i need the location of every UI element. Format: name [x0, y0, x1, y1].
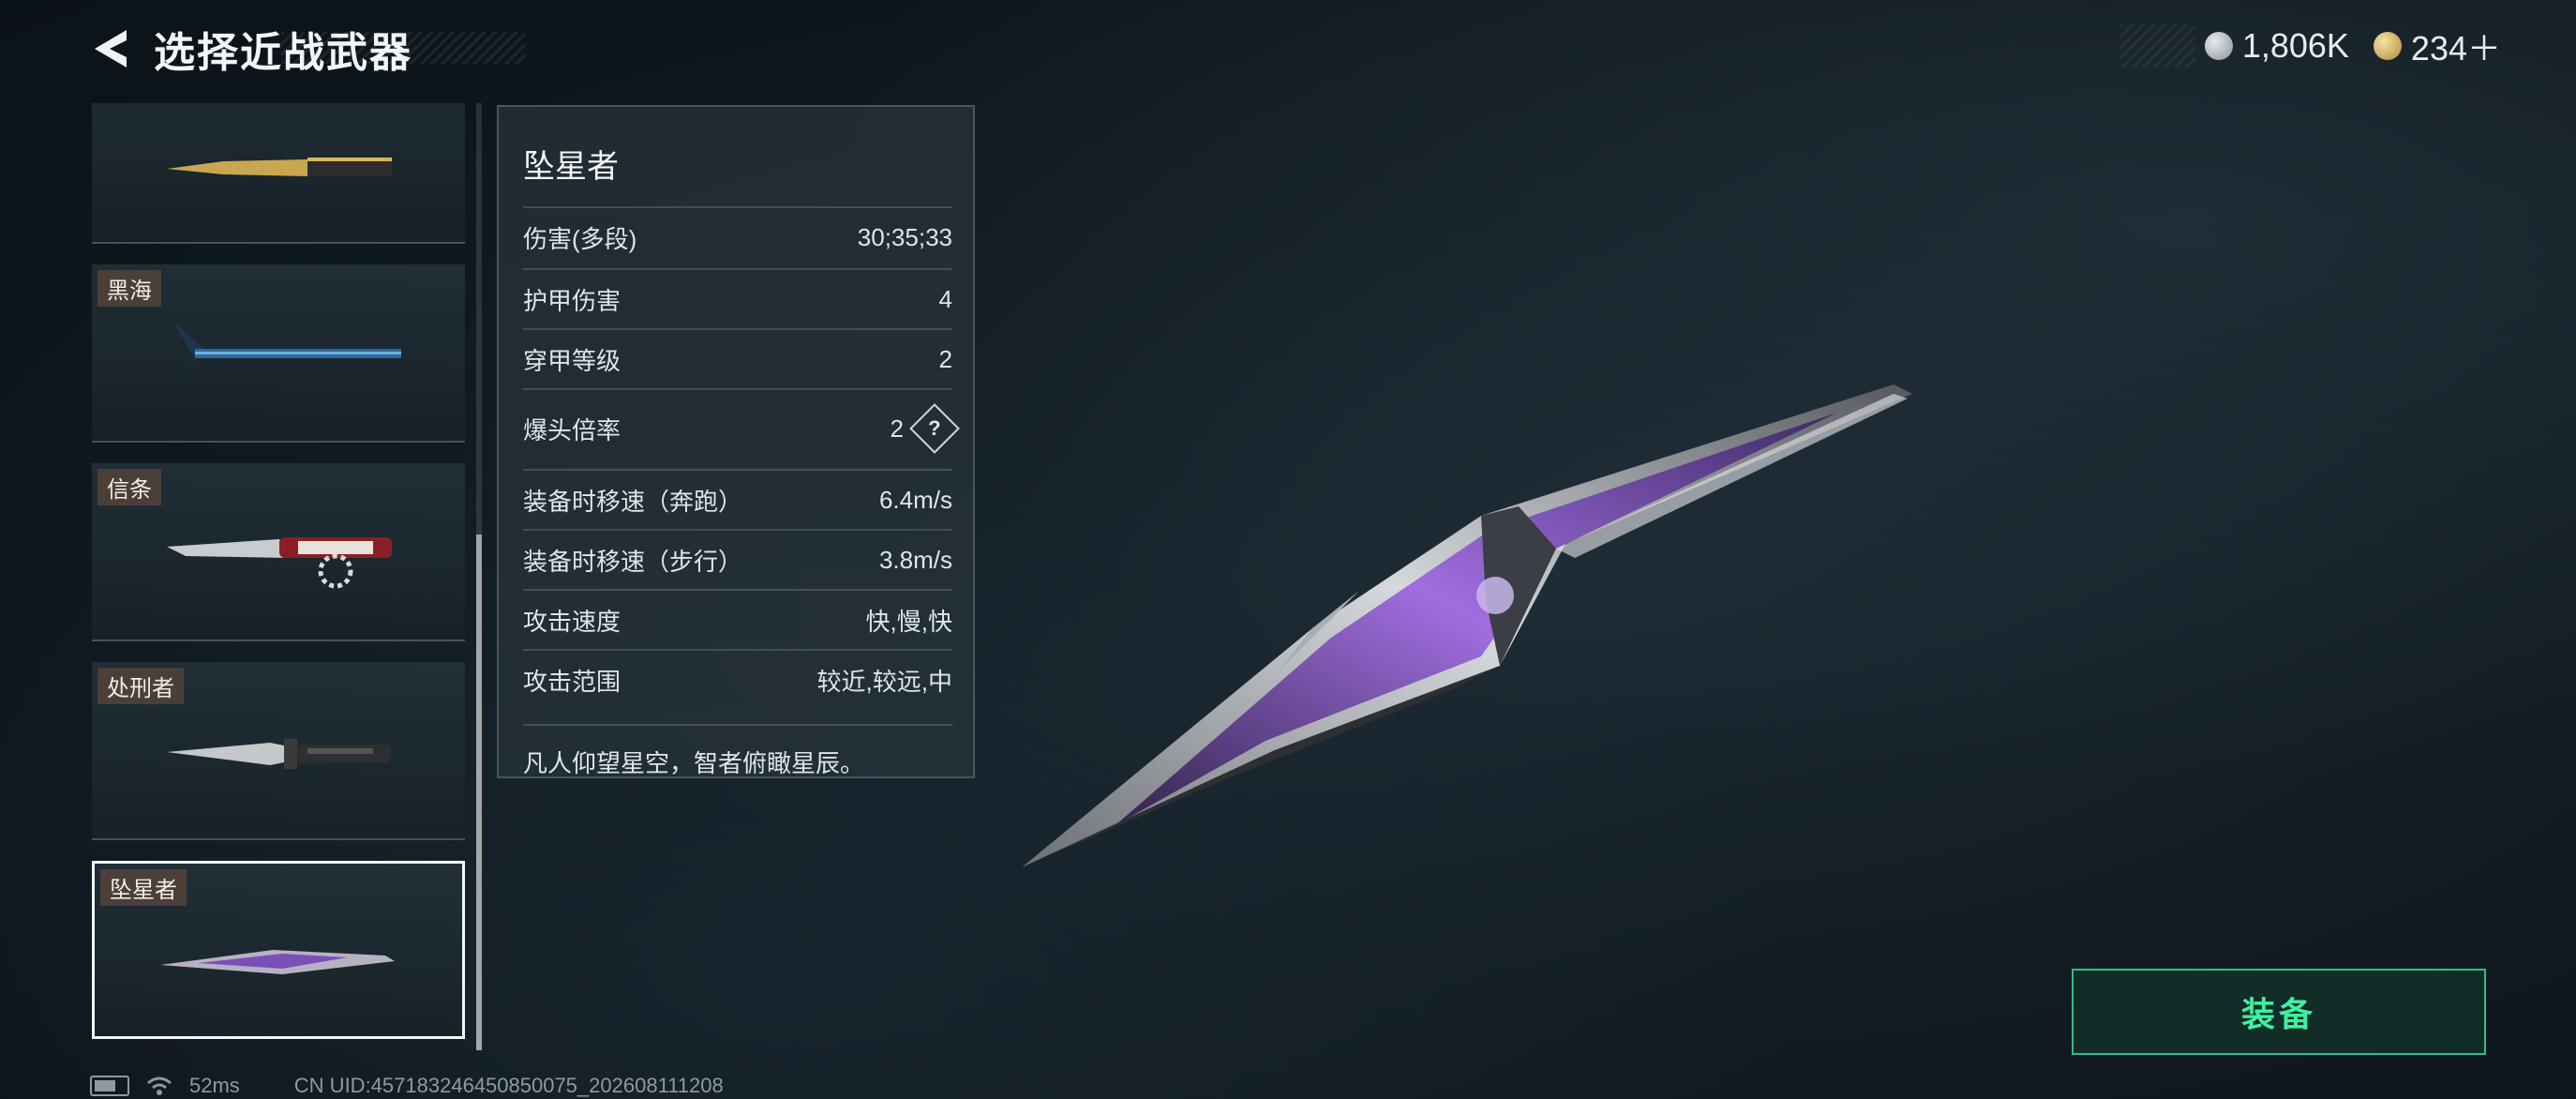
stat-label: 护甲伤害 — [523, 286, 622, 315]
stats-panel: 坠星者 伤害(多段) 30;35;33 护甲伤害 4 穿甲等级 2 爆头倍率 2… — [497, 105, 975, 778]
stat-label: 装备时移速（奔跑） — [523, 487, 743, 516]
card-divider — [92, 441, 465, 443]
currency-gold[interactable]: 234＋ — [2373, 22, 2501, 70]
weapon-name-tag: 处刑者 — [97, 668, 184, 704]
stat-row-attack-range: 攻击范围 较近,较远,中 — [523, 649, 952, 709]
stat-value-group: 2 ? — [890, 403, 960, 454]
weapon-list[interactable]: 黑海 信条 处刑者 坠星者 — [92, 103, 467, 1050]
stat-label: 攻击速度 — [523, 607, 622, 636]
back-arrow-icon — [95, 30, 127, 68]
card-divider — [92, 640, 465, 641]
stat-label: 装备时移速（步行） — [523, 547, 743, 576]
stat-row-damage: 伤害(多段) 30;35;33 — [523, 206, 952, 266]
stat-row-penetration: 穿甲等级 2 — [523, 328, 952, 388]
stat-value: 30;35;33 — [857, 222, 952, 251]
gold-amount: 234＋ — [2410, 29, 2501, 68]
weapon-name-tag: 坠星者 — [100, 869, 187, 906]
weapon-card-heihai[interactable]: 黑海 — [92, 264, 465, 443]
gold-coin-icon — [2373, 32, 2402, 60]
currency-silver[interactable]: 1,806K — [2204, 26, 2349, 66]
stat-label: 伤害(多段) — [523, 224, 637, 253]
stat-label: 爆头倍率 — [523, 415, 622, 444]
wifi-icon — [147, 1076, 172, 1095]
scroll-thumb[interactable] — [476, 534, 482, 1050]
weapon-description: 凡人仰望星空，智者俯瞰星辰。 — [523, 724, 952, 779]
combat-knife-icon — [167, 739, 391, 769]
uid-text: CN UID:457183246450850075_202608111208 — [293, 1074, 724, 1097]
gold-knife-icon — [167, 158, 392, 176]
status-footer: 52ms CN UID:457183246450850075_202608111… — [90, 1073, 724, 1099]
serrated-knife-icon — [167, 537, 392, 589]
weapon-card-xintiao[interactable]: 信条 — [92, 463, 465, 641]
ping-text: 52ms — [189, 1074, 240, 1097]
stat-row-armor-damage: 护甲伤害 4 — [523, 268, 952, 328]
battery-icon — [90, 1076, 129, 1096]
title-decoration — [281, 32, 525, 64]
stat-row-move-walk: 装备时移速（步行） 3.8m/s — [523, 529, 952, 589]
stat-label: 穿甲等级 — [523, 346, 622, 375]
stat-value: 4 — [938, 284, 952, 313]
axe-icon — [172, 321, 401, 386]
equip-label: 装备 — [2240, 995, 2316, 1033]
weapon-list-scrollbar[interactable] — [476, 103, 482, 1050]
stat-value: 较近,较远,中 — [816, 667, 952, 696]
silver-coin-icon — [2204, 32, 2233, 60]
back-button[interactable] — [84, 23, 135, 74]
stat-row-headshot: 爆头倍率 2 ? — [523, 388, 960, 467]
weapon-title: 坠星者 — [523, 149, 619, 185]
help-icon[interactable]: ? — [909, 403, 960, 454]
weapon-name-tag: 信条 — [97, 469, 161, 505]
weapon-preview-image[interactable] — [994, 356, 1912, 881]
equip-button[interactable]: 装备 — [2072, 969, 2486, 1055]
star-blade-icon — [160, 950, 395, 974]
weapon-name-tag: 黑海 — [97, 270, 161, 307]
weapon-card-1[interactable] — [92, 103, 465, 244]
stat-label: 攻击范围 — [523, 667, 622, 696]
currency-bar: 1,806K 234＋ — [2119, 22, 2501, 70]
stat-row-move-run: 装备时移速（奔跑） 6.4m/s — [523, 469, 952, 529]
weapon-card-zhuixingzhe[interactable]: 坠星者 — [92, 861, 465, 1039]
stat-value: 2 — [938, 344, 952, 373]
card-divider — [92, 242, 465, 244]
silver-amount: 1,806K — [2241, 26, 2349, 65]
help-glyph: ? — [928, 415, 941, 440]
stat-value: 2 — [890, 414, 904, 443]
stat-value: 3.8m/s — [878, 545, 952, 574]
stat-value: 6.4m/s — [878, 485, 952, 514]
stat-value: 快,慢,快 — [865, 607, 952, 636]
card-divider — [92, 838, 465, 840]
weapon-card-chuxingzhe[interactable]: 处刑者 — [92, 662, 465, 840]
stat-row-attack-speed: 攻击速度 快,慢,快 — [523, 589, 952, 649]
